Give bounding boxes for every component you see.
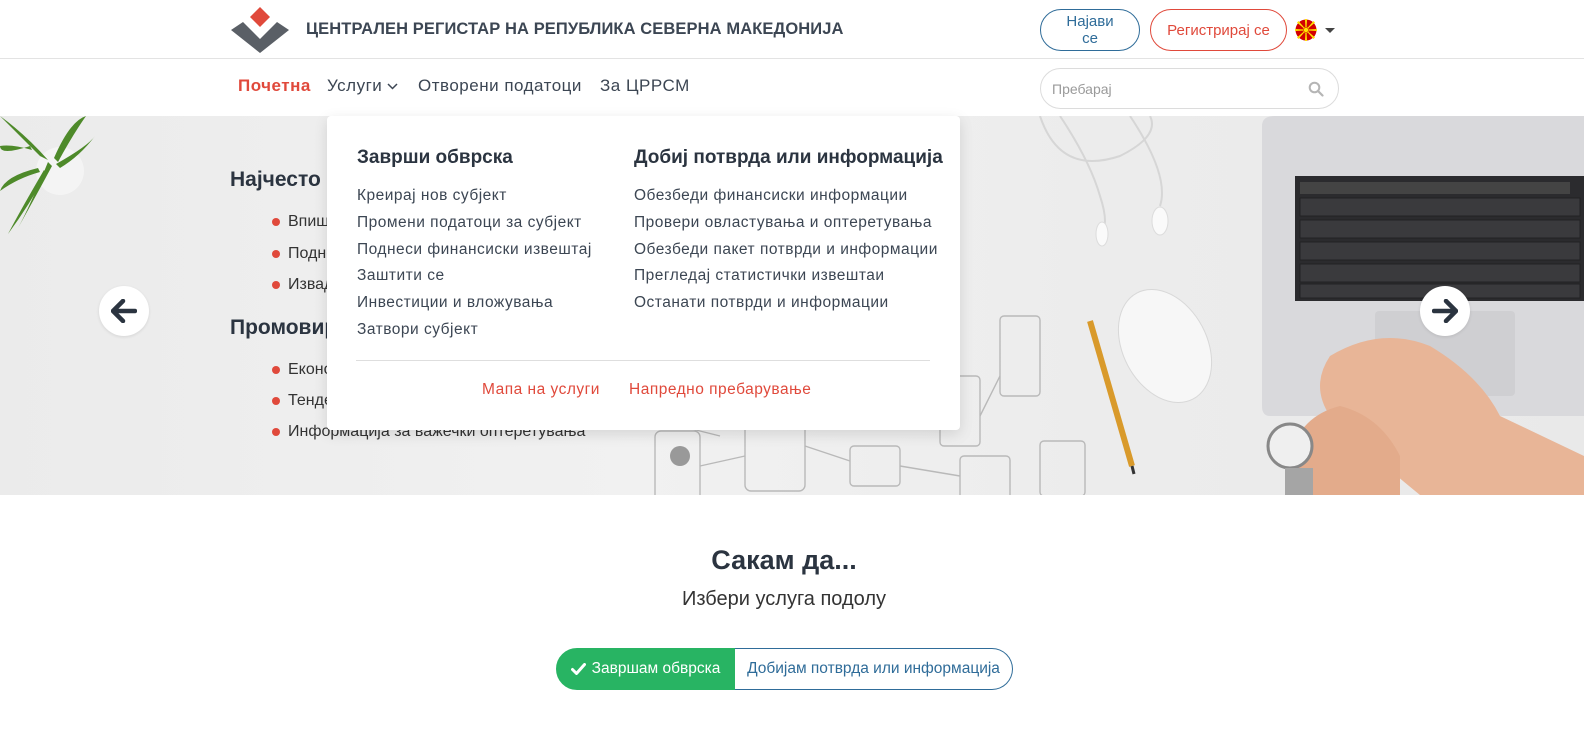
earphones: [1039, 116, 1163, 237]
site-title[interactable]: ЦЕНТРАЛЕН РЕГИСТАР НА РЕПУБЛИКА СЕВЕРНА …: [306, 20, 844, 39]
macedonia-flag-icon: [1295, 19, 1317, 41]
dropdown-heading: Заврши обврска: [357, 147, 513, 168]
services-map-link[interactable]: Мапа на услуги: [482, 381, 600, 399]
nav-home[interactable]: Почетна: [238, 76, 311, 96]
search-input[interactable]: [1052, 78, 1302, 100]
crrsm-logo[interactable]: [230, 6, 290, 54]
dropdown-link[interactable]: Прегледај статистички извештаи: [634, 267, 943, 294]
hero-list-item[interactable]: Впиш: [272, 213, 329, 231]
arrow-right-icon: [1432, 299, 1458, 323]
dropdown-link[interactable]: Затвори субјект: [357, 321, 592, 348]
hero-list-item[interactable]: Еконо: [272, 361, 332, 379]
dropdown-link[interactable]: Промени податоци за субјект: [357, 214, 592, 241]
dropdown-link[interactable]: Заштити се: [357, 267, 592, 294]
bullet-icon: [272, 397, 280, 405]
nav-about[interactable]: За ЦРРСМ: [600, 76, 690, 96]
chevron-down-icon: [387, 82, 398, 90]
toggle-obligation-button[interactable]: Завршам обврска: [556, 648, 735, 690]
service-type-toggle: Завршам обврска Добијам потврда или инфо…: [556, 648, 1013, 690]
checkmark-icon: [570, 663, 586, 675]
plant-decoration: [0, 116, 95, 234]
dropdown-link[interactable]: Обезбеди финансиски информации: [634, 187, 943, 214]
dropdown-heading: Добиј потврда или информација: [634, 147, 943, 168]
bullet-icon: [272, 281, 280, 289]
hero-list-item-label: Еконо: [288, 361, 333, 378]
nav-open-data[interactable]: Отворени податоци: [418, 76, 582, 96]
toggle-obligation-label: Завршам обврска: [591, 660, 721, 677]
toggle-information-button[interactable]: Добијам потврда или информација: [735, 648, 1013, 690]
hero-list-item[interactable]: Тенде: [272, 392, 333, 410]
nav-services[interactable]: Услуги: [327, 76, 398, 96]
hero-heading-popular: Најчесто п: [230, 168, 340, 191]
services-dropdown-menu: Заврши обврска Креирај нов субјект Проме…: [327, 116, 960, 430]
dropdown-column-information: Добиј потврда или информација Обезбеди ф…: [634, 147, 943, 321]
section-title: Сакам да...: [711, 545, 857, 575]
top-bar: ЦЕНТРАЛЕН РЕГИСТАР НА РЕПУБЛИКА СЕВЕРНА …: [0, 0, 1584, 59]
section-subtitle: Избери услуга подолу: [681, 588, 887, 610]
register-button[interactable]: Регистрирај се: [1150, 9, 1287, 51]
dropdown-link[interactable]: Креирај нов субјект: [357, 187, 592, 214]
language-selector[interactable]: [1295, 18, 1337, 42]
bullet-icon: [272, 428, 280, 436]
dropdown-link[interactable]: Инвестиции и вложувања: [357, 294, 592, 321]
hero-list-item[interactable]: Подне: [272, 245, 335, 263]
hero-list-item[interactable]: Извад: [272, 276, 333, 294]
dropdown-link[interactable]: Обезбеди пакет потврди и информации: [634, 241, 943, 268]
nav-services-label: Услуги: [327, 76, 383, 95]
arrow-left-icon: [111, 299, 137, 323]
advanced-search-link[interactable]: Напредно пребарување: [629, 381, 811, 399]
bullet-icon: [272, 250, 280, 258]
bullet-icon: [272, 218, 280, 226]
dropdown-column-obligations: Заврши обврска Креирај нов субјект Проме…: [357, 147, 592, 348]
hero-heading-promoted: Промовир: [230, 316, 338, 339]
dropdown-divider: [356, 360, 930, 361]
search-box: [1040, 68, 1339, 109]
bullet-icon: [272, 366, 280, 374]
chevron-down-icon: [1325, 27, 1335, 33]
mouse: [1117, 288, 1213, 404]
dropdown-link[interactable]: Останати потврди и информации: [634, 294, 943, 321]
dropdown-link[interactable]: Поднеси финансиски извештај: [357, 241, 592, 268]
carousel-next-button[interactable]: [1420, 286, 1470, 336]
login-button[interactable]: Најави се: [1040, 9, 1140, 51]
dropdown-link[interactable]: Провери овластувања и оптеретувања: [634, 214, 943, 241]
carousel-prev-button[interactable]: [99, 286, 149, 336]
main-nav: Почетна Услуги Отворени податоци За ЦРРС…: [0, 60, 1584, 116]
search-icon[interactable]: [1308, 81, 1324, 97]
hero-list-item-label: Впиш: [288, 213, 330, 230]
